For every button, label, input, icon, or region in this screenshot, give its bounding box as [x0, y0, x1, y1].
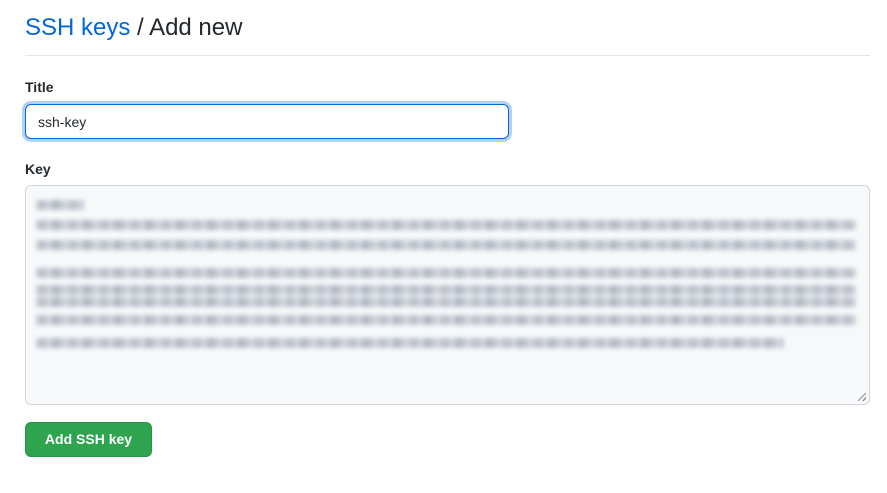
title-input[interactable] [25, 104, 509, 139]
resize-handle[interactable] [858, 393, 866, 401]
key-textarea[interactable] [25, 185, 870, 405]
add-ssh-key-button[interactable]: Add SSH key [25, 422, 152, 457]
breadcrumb-ssh-keys-link[interactable]: SSH keys [25, 14, 130, 41]
obscured-key-content [36, 200, 858, 350]
breadcrumb-separator: / [130, 14, 150, 41]
title-label: Title [25, 79, 54, 95]
key-label: Key [25, 161, 51, 177]
page-title: Add new [149, 14, 243, 41]
page-header: SSH keys / Add new [25, 12, 870, 56]
